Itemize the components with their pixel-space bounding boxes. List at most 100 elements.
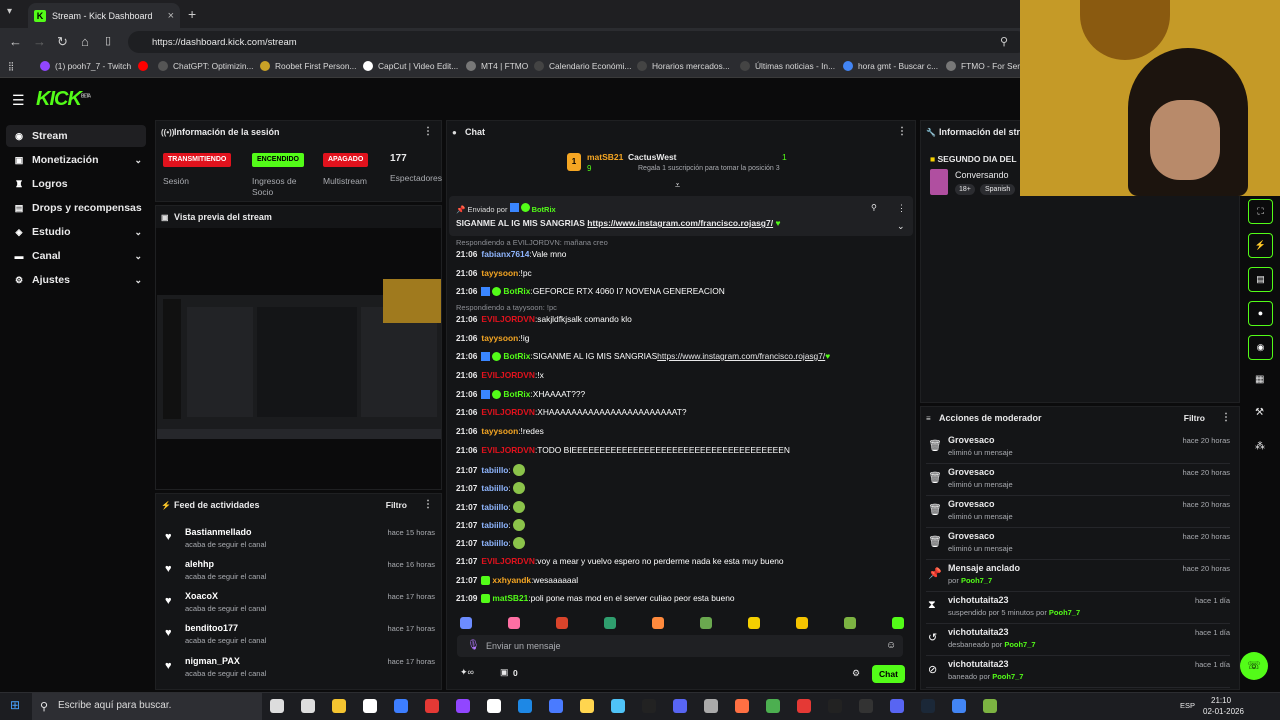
bookmark-youtube[interactable] — [138, 61, 153, 71]
points-icon[interactable]: ✦∞ — [460, 667, 474, 678]
windows-start-icon[interactable]: ⊞ — [10, 698, 20, 712]
bookmark-capcut[interactable]: CapCut | Video Edit... — [363, 61, 458, 71]
sidebar-item-canal[interactable]: ▬ Canal ⌄ — [6, 245, 146, 267]
fullscreen-icon[interactable]: ⛶ — [1248, 199, 1273, 224]
language-indicator[interactable]: ESP — [1180, 701, 1195, 710]
more-options-icon[interactable]: ⋮ — [423, 126, 433, 137]
share-icon[interactable]: ⁂ — [1255, 441, 1265, 452]
bookmark-chatgpt[interactable]: ChatGPT: Optimizin... — [158, 61, 254, 71]
category-name[interactable]: Conversando — [955, 170, 1009, 180]
sidebar-item-estudio[interactable]: ◈ Estudio ⌄ — [6, 221, 146, 243]
taskbar-app-icon[interactable] — [642, 699, 656, 713]
sidebar-item-ajustes[interactable]: ⚙ Ajustes ⌄ — [6, 269, 146, 291]
collapse-icon[interactable]: ⩡ — [675, 180, 680, 191]
taskbar-app-icon[interactable] — [518, 699, 532, 713]
mod-action-user[interactable]: Pooh7_7 — [961, 576, 992, 585]
taskbar-app-icon[interactable] — [983, 699, 997, 713]
taskbar-app-icon[interactable] — [797, 699, 811, 713]
message-username[interactable]: tabiillo — [481, 483, 508, 493]
taskbar-app-icon[interactable] — [611, 699, 625, 713]
taskbar-app-icon[interactable] — [363, 699, 377, 713]
sidebar-item-stream[interactable]: ◉ Stream — [6, 125, 146, 147]
taskbar-app-icon[interactable] — [332, 699, 346, 713]
clock-time[interactable]: 21:10 — [1211, 696, 1231, 705]
stream-preview-video[interactable] — [157, 279, 441, 439]
browser-tab[interactable]: K Stream - Kick Dashboard × — [28, 3, 180, 28]
message-username[interactable]: BotRix — [503, 351, 530, 361]
emote-icon[interactable] — [556, 617, 568, 629]
taskbar-app-icon[interactable] — [704, 699, 718, 713]
emote-icon[interactable] — [892, 617, 904, 629]
support-chat-icon[interactable]: ☏ — [1240, 652, 1268, 680]
kick-logo[interactable]: KICKBETA — [36, 88, 91, 111]
message-username[interactable]: tayysoon — [481, 426, 518, 436]
message-username[interactable]: EVILJORDVN — [481, 370, 535, 380]
taskbar-app-icon[interactable] — [828, 699, 842, 713]
taskbar-app-icon[interactable] — [952, 699, 966, 713]
message-username[interactable]: tayysoon — [481, 268, 518, 278]
message-username[interactable]: matSB21 — [492, 593, 528, 603]
message-username[interactable]: tabiillo — [481, 465, 508, 475]
document-icon[interactable]: ▤ — [1248, 267, 1273, 292]
bookmark-ftmo-2[interactable]: FTMO - For Serio — [946, 61, 1027, 71]
emote-icon[interactable] — [652, 617, 664, 629]
emote-icon[interactable] — [460, 617, 472, 629]
taskbar-app-icon[interactable] — [487, 699, 501, 713]
message-username[interactable]: tabiillo — [481, 538, 508, 548]
sidebar-item-drops[interactable]: ▤ Drops y recompensas — [6, 197, 146, 219]
mod-filter-button[interactable]: Filtro — [1184, 413, 1205, 423]
activity-filter-button[interactable]: Filtro — [386, 500, 407, 510]
message-username[interactable]: tayysoon — [481, 333, 518, 343]
emote-icon[interactable] — [844, 617, 856, 629]
taskbar-app-icon[interactable] — [890, 699, 904, 713]
chevron-down-icon[interactable]: ⌄ — [897, 221, 905, 232]
users-icon[interactable]: ▦ — [1255, 374, 1264, 385]
bookmark-ftmo[interactable]: MT4 | FTMO — [466, 61, 528, 71]
microphone-icon[interactable]: 🎙 — [467, 640, 480, 651]
pin-icon[interactable]: ⚲ — [871, 203, 877, 212]
message-username[interactable]: EVILJORDVN — [481, 556, 535, 566]
taskbar-search[interactable]: Escribe aquí para buscar. — [32, 693, 262, 720]
message-username[interactable]: EVILJORDVN — [481, 314, 535, 324]
clock-date[interactable]: 02-01-2026 — [1203, 707, 1244, 716]
mod-action-user[interactable]: Pooh7_7 — [992, 672, 1023, 681]
more-options-icon[interactable]: ⋮ — [1221, 412, 1231, 423]
taskbar-app-icon[interactable] — [859, 699, 873, 713]
taskbar-app-icon[interactable] — [270, 699, 284, 713]
bookmark-calendario[interactable]: Calendario Económi... — [534, 61, 631, 71]
message-username[interactable]: tabiillo — [481, 502, 508, 512]
message-username[interactable]: fabianx7614 — [481, 249, 529, 259]
split-view-icon[interactable]: ▯ — [105, 34, 111, 47]
reload-icon[interactable]: ↻ — [57, 34, 68, 50]
taskbar-app-icon[interactable] — [394, 699, 408, 713]
sidebar-item-logros[interactable]: ♜ Logros — [6, 173, 146, 195]
chat-send-button[interactable]: Chat — [872, 665, 905, 683]
gift-icon[interactable]: ▣ — [500, 667, 509, 678]
emote-icon[interactable] — [700, 617, 712, 629]
menu-icon[interactable]: ☰ — [12, 92, 25, 109]
bolt-icon[interactable]: ⚡ — [1248, 233, 1273, 258]
sidebar-item-monetizacion[interactable]: ▣ Monetización ⌄ — [6, 149, 146, 171]
broadcast-icon[interactable]: ◉ — [1248, 335, 1273, 360]
message-username[interactable]: BotRix — [503, 389, 530, 399]
taskbar-app-icon[interactable] — [301, 699, 315, 713]
emote-icon[interactable] — [604, 617, 616, 629]
mod-action-user[interactable]: Pooh7_7 — [1004, 640, 1035, 649]
taskbar-app-icon[interactable] — [735, 699, 749, 713]
gear-icon[interactable]: ⚙ — [852, 668, 860, 679]
message-username[interactable]: xxhyandk — [492, 575, 531, 585]
taskbar-app-icon[interactable] — [673, 699, 687, 713]
home-icon[interactable]: ⌂ — [81, 34, 89, 49]
bookmark-roobet[interactable]: Roobet First Person... — [260, 61, 356, 71]
close-tab-icon[interactable]: × — [168, 10, 174, 22]
more-options-icon[interactable]: ⋮ — [897, 203, 906, 214]
top-gifter-name[interactable]: matSB21 — [587, 152, 623, 162]
bookmark-horarios[interactable]: Horarios mercados... — [637, 61, 730, 71]
more-options-icon[interactable]: ⋮ — [897, 126, 907, 137]
emoji-icon[interactable]: ☺ — [886, 640, 896, 651]
taskbar-app-icon[interactable] — [425, 699, 439, 713]
taskbar-app-icon[interactable] — [549, 699, 563, 713]
apps-icon[interactable]: ⣿ — [8, 61, 14, 71]
back-icon[interactable]: ← — [9, 34, 22, 49]
message-username[interactable]: EVILJORDVN — [481, 407, 535, 417]
